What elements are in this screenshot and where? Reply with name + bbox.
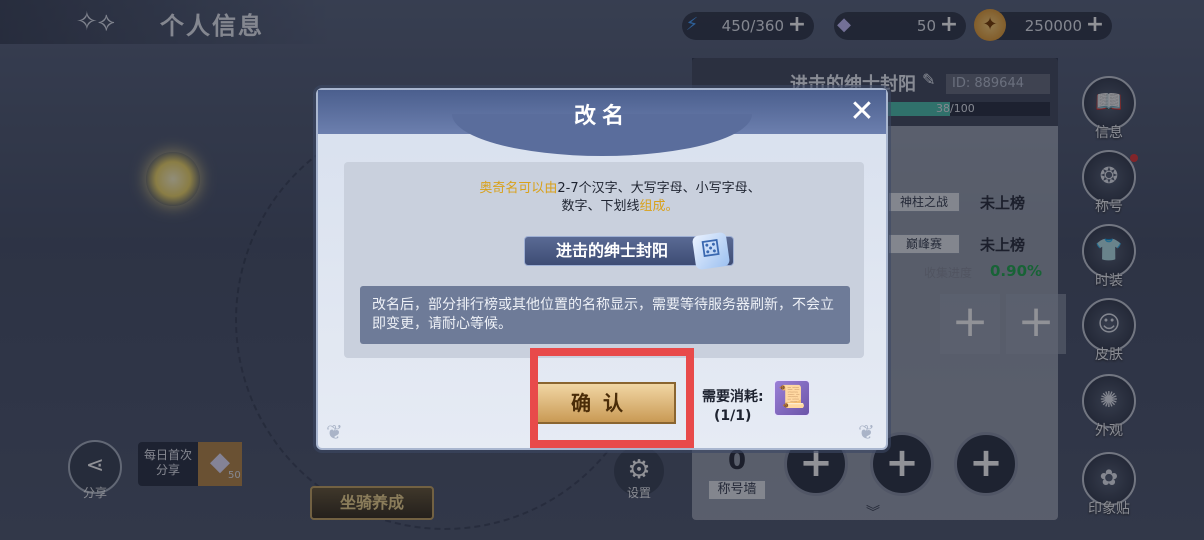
dialog-title: 改名	[573, 104, 630, 129]
corner-ornament-icon: ❦	[326, 420, 343, 444]
rename-notice: 改名后，部分排行榜或其他位置的名称显示，需要等待服务器刷新，不会立即变更，请耐心…	[360, 286, 850, 344]
name-rule-prefix: 奥奇名可以由	[479, 181, 558, 196]
rename-scroll-icon[interactable]: 📜	[774, 380, 810, 416]
confirm-highlight-box	[530, 348, 694, 448]
random-dice-icon[interactable]: ⚄	[691, 231, 731, 271]
cost-label: 需要消耗:	[702, 389, 764, 405]
name-rule-suffix: 组成。	[639, 199, 679, 214]
corner-ornament-icon: ❦	[858, 420, 875, 444]
close-icon[interactable]: ✕	[844, 94, 880, 130]
name-rule-text: 奥奇名可以由2-7个汉字、大写字母、小写字母、数字、下划线组成。	[474, 180, 766, 216]
dialog-content: 奥奇名可以由2-7个汉字、大写字母、小写字母、数字、下划线组成。 进击的绅士封阳…	[344, 162, 864, 358]
cost-count: (1/1)	[714, 408, 752, 424]
